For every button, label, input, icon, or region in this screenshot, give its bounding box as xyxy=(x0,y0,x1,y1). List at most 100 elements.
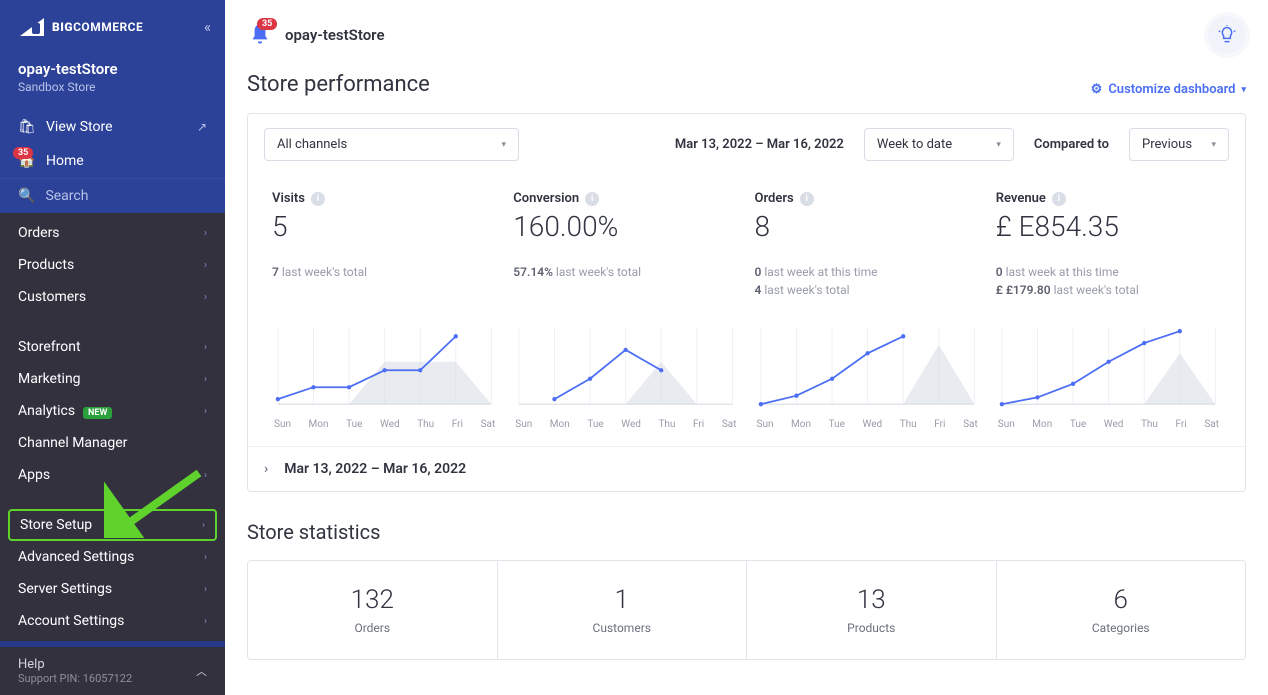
search-icon: 🔍 xyxy=(18,188,35,204)
info-icon[interactable]: i xyxy=(1052,192,1066,206)
sidebar-item-account-settings[interactable]: Account Settings› xyxy=(0,605,225,637)
chevron-right-icon: › xyxy=(204,374,207,385)
sidebar-item-products[interactable]: Products› xyxy=(0,249,225,281)
sidebar-item-label: View Store xyxy=(46,119,197,135)
search-label: Search xyxy=(45,188,88,204)
caret-down-icon: ▾ xyxy=(996,140,1001,150)
section-title: Store performance xyxy=(247,72,430,97)
sidebar-item-storefront[interactable]: Storefront› xyxy=(0,331,225,363)
lightbulb-icon xyxy=(1217,25,1237,45)
chart-x-labels: SunMonTueWedThuFriSat xyxy=(996,419,1221,430)
section-title: Store statistics xyxy=(247,520,1246,544)
chart-x-labels: SunMonTueWedThuFriSat xyxy=(272,419,497,430)
chevron-right-icon: › xyxy=(204,584,207,595)
chart-conversion: SunMonTueWedThuFriSat xyxy=(505,311,746,430)
stat-value: 132 xyxy=(258,585,487,615)
performance-panel: All channels▾ Mar 13, 2022 – Mar 16, 202… xyxy=(247,113,1246,492)
metric-revenue: Revenuei £ E854.35 0 last week at this t… xyxy=(988,185,1229,305)
stat-card: 1 Customers xyxy=(497,561,747,659)
notification-count-badge: 35 xyxy=(257,18,277,30)
chart-x-labels: SunMonTueWedThuFriSat xyxy=(755,419,980,430)
metric-conversion: Conversioni 160.00% 57.14% last week's t… xyxy=(505,185,746,305)
caret-down-icon: ▾ xyxy=(1241,85,1246,95)
sidebar-item-view-store[interactable]: 🛍 View Store ↗ xyxy=(0,110,225,144)
chart-revenue: SunMonTueWedThuFriSat xyxy=(988,311,1229,430)
chevron-right-icon: › xyxy=(204,228,207,239)
chevron-right-icon: › xyxy=(204,292,207,303)
support-pin: Support PIN: 16057122 xyxy=(18,672,196,685)
chevron-right-icon: › xyxy=(204,470,207,481)
metric-orders: Ordersi 8 0 last week at this time4 last… xyxy=(747,185,988,305)
chevron-right-icon: › xyxy=(202,520,205,531)
stat-card: 6 Categories xyxy=(996,561,1246,659)
stat-card: 13 Products xyxy=(746,561,996,659)
customize-dashboard-button[interactable]: ⚙ Customize dashboard ▾ xyxy=(1091,82,1246,97)
sidebar-item-marketing[interactable]: Marketing› xyxy=(0,363,225,395)
channel-select[interactable]: All channels▾ xyxy=(264,128,519,161)
stats-panel: 132 Orders 1 Customers 13 Products 6 Cat… xyxy=(247,560,1246,660)
notifications-button[interactable]: 35 xyxy=(247,22,273,48)
external-link-icon: ↗ xyxy=(197,120,207,134)
storefront-icon: 🛍 xyxy=(18,118,36,136)
tips-button[interactable] xyxy=(1208,16,1246,54)
new-badge: NEW xyxy=(83,407,112,419)
stat-value: 1 xyxy=(508,585,737,615)
main-content: 35 opay-testStore Store performance ⚙ Cu… xyxy=(225,0,1268,695)
help-label: Help xyxy=(18,657,196,672)
logo: BIGCOMMERCE xyxy=(18,16,207,38)
info-icon[interactable]: i xyxy=(311,192,325,206)
stat-label: Orders xyxy=(258,621,487,635)
date-range-display: Mar 13, 2022 – Mar 16, 2022 xyxy=(675,137,844,152)
home-icon: 🏠35 xyxy=(18,152,36,170)
stat-label: Customers xyxy=(508,621,737,635)
chart-visits: SunMonTueWedThuFriSat xyxy=(264,311,505,430)
info-icon[interactable]: i xyxy=(585,192,599,206)
store-type: Sandbox Store xyxy=(18,80,207,94)
caret-down-icon: ▾ xyxy=(1211,140,1216,150)
home-badge: 35 xyxy=(13,147,33,159)
sidebar-search[interactable]: 🔍 Search xyxy=(0,178,225,213)
compared-to-label: Compared to xyxy=(1034,137,1109,152)
bottom-date-range: Mar 13, 2022 – Mar 16, 2022 xyxy=(284,461,466,477)
chart-x-labels: SunMonTueWedThuFriSat xyxy=(513,419,738,430)
bigcommerce-logo-icon xyxy=(18,16,46,38)
chevron-right-icon: › xyxy=(204,616,207,627)
logo-text: BIGCOMMERCE xyxy=(52,20,143,34)
stat-label: Products xyxy=(757,621,986,635)
chevron-right-icon: › xyxy=(204,406,207,417)
chevron-right-icon: › xyxy=(204,260,207,271)
sidebar-item-channel-manager[interactable]: Channel Manager xyxy=(0,427,225,459)
sidebar-item-apps[interactable]: Apps› xyxy=(0,459,225,491)
sidebar-item-label: Home xyxy=(46,153,207,169)
sidebar-item-advanced-settings[interactable]: Advanced Settings› xyxy=(0,541,225,573)
info-icon[interactable]: i xyxy=(800,192,814,206)
caret-down-icon: ▾ xyxy=(501,140,506,150)
sidebar-item-server-settings[interactable]: Server Settings› xyxy=(0,573,225,605)
stat-card: 132 Orders xyxy=(248,561,497,659)
sidebar-item-home[interactable]: 🏠35 Home xyxy=(0,144,225,178)
sidebar-header: BIGCOMMERCE « xyxy=(0,0,225,48)
sidebar-item-customers[interactable]: Customers› xyxy=(0,281,225,313)
metric-visits: Visitsi 5 7 last week's total xyxy=(264,185,505,305)
sidebar: BIGCOMMERCE « opay-testStore Sandbox Sto… xyxy=(0,0,225,695)
stat-value: 6 xyxy=(1007,585,1236,615)
compare-select[interactable]: Previous▾ xyxy=(1129,128,1229,161)
next-period-button[interactable]: › xyxy=(264,461,268,477)
chart-orders: SunMonTueWedThuFriSat xyxy=(747,311,988,430)
sidebar-item-store-setup[interactable]: Store Setup› xyxy=(8,509,217,541)
chevron-right-icon: › xyxy=(204,342,207,353)
sidebar-item-analytics[interactable]: AnalyticsNEW› xyxy=(0,395,225,427)
chevron-up-icon: ︿ xyxy=(196,663,207,679)
sidebar-item-orders[interactable]: Orders› xyxy=(0,217,225,249)
store-name: opay-testStore xyxy=(18,60,207,78)
period-select[interactable]: Week to date▾ xyxy=(864,128,1014,161)
stat-value: 13 xyxy=(757,585,986,615)
sidebar-help[interactable]: Help Support PIN: 16057122 ︿ xyxy=(0,647,225,695)
stat-label: Categories xyxy=(1007,621,1236,635)
gear-icon: ⚙ xyxy=(1091,82,1103,97)
topbar: 35 opay-testStore xyxy=(225,0,1268,72)
page-store-name: opay-testStore xyxy=(285,26,385,44)
chevron-right-icon: › xyxy=(204,552,207,563)
store-info: opay-testStore Sandbox Store xyxy=(0,48,225,110)
collapse-sidebar-icon[interactable]: « xyxy=(204,18,211,36)
